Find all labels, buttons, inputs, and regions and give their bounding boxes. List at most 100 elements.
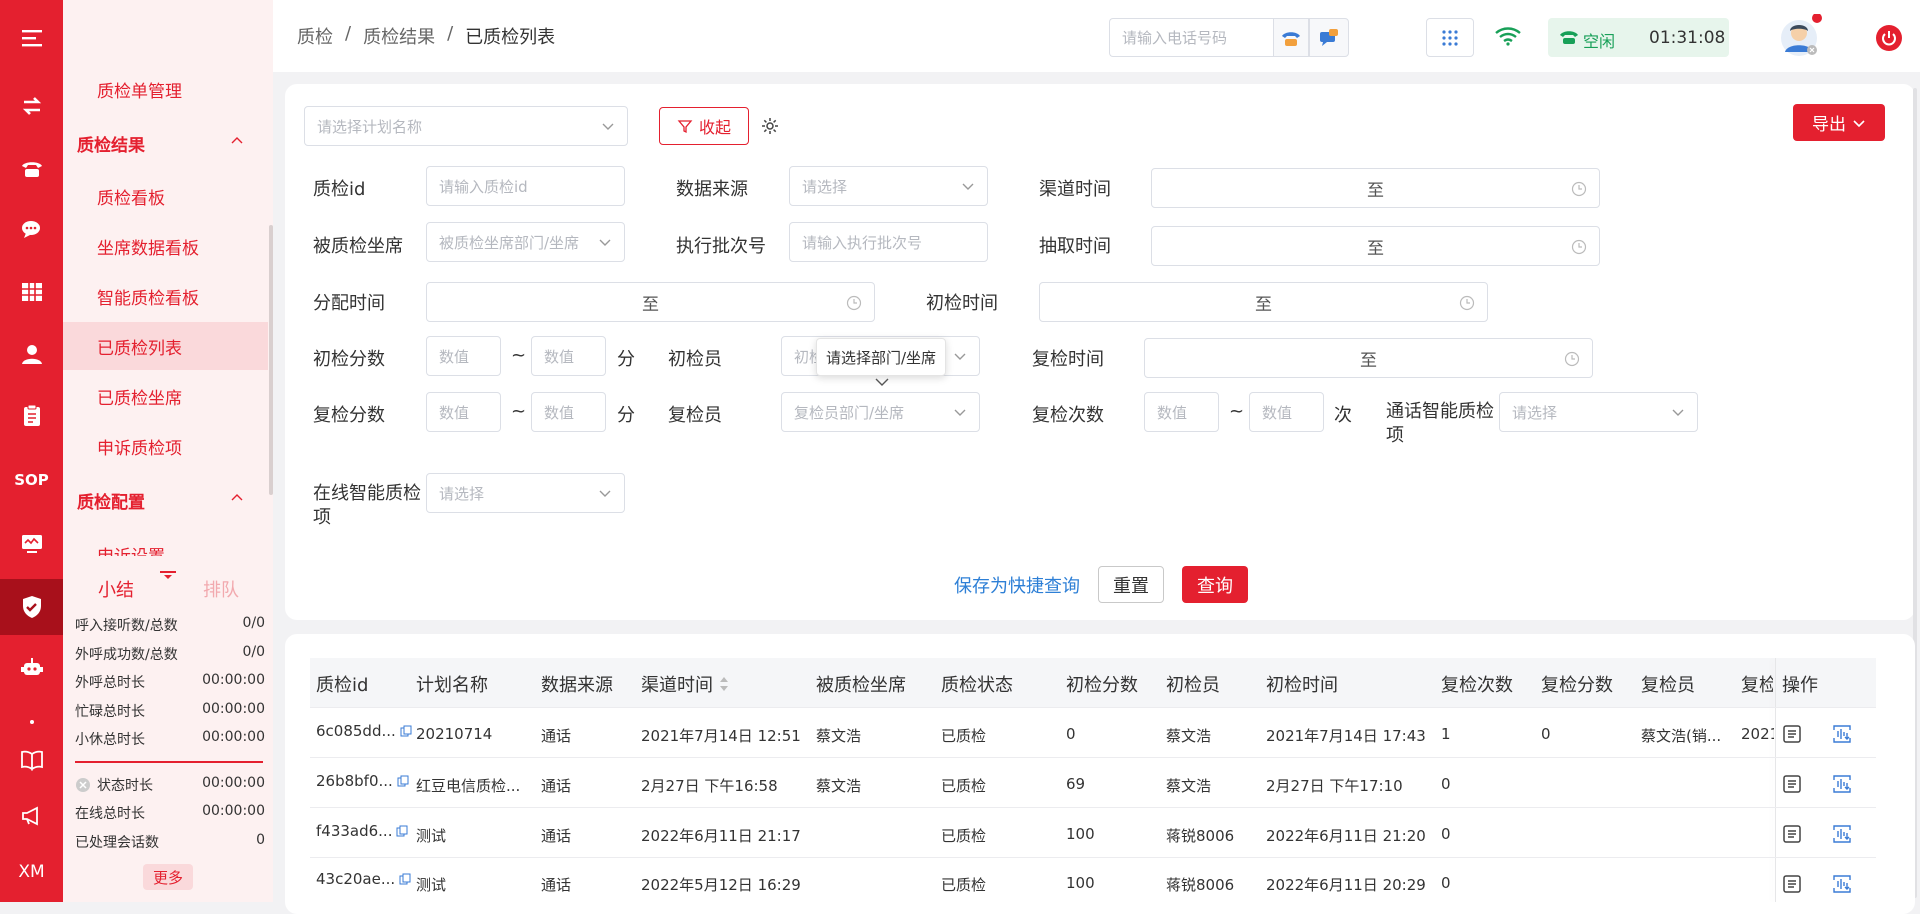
tab-queue[interactable]: 排队 [203,576,239,602]
table-grid-icon[interactable] [0,266,63,318]
chat-icon[interactable] [0,204,63,256]
power-icon[interactable] [1876,25,1902,55]
settings-gear-icon[interactable] [760,116,780,140]
tab-summary[interactable]: 小结 [98,576,134,602]
cell-first-time: 2022年6月11日 20:29 [1266,876,1426,894]
transfer-icon[interactable] [0,80,63,132]
recheck-count-min-input[interactable]: 数值 [1144,392,1219,432]
detail-icon[interactable] [1782,824,1802,848]
tooltip-arrow [875,373,889,392]
sidebar-item-agent-board[interactable]: 坐席数据看板 [63,222,268,270]
sidebar-item-appeal-settings[interactable]: 申诉设置 [63,530,268,556]
megaphone-icon[interactable] [0,790,63,842]
sop-icon[interactable]: SOP [0,454,63,506]
channel-time-range[interactable]: 至 [1151,168,1600,208]
rechecker-select[interactable]: 复检员部门/坐席 [781,392,980,432]
export-button[interactable]: 导出 [1793,104,1885,141]
qc-id-input[interactable]: 请输入质检id [426,166,625,206]
shield-check-icon[interactable] [0,579,63,635]
recheck-score-max-input[interactable]: 数值 [531,392,606,432]
collapse-handle[interactable] [160,564,176,579]
download-recording-icon[interactable] [1831,724,1853,748]
robot-icon[interactable] [0,642,63,694]
cell-rechecker: 蔡文浩(销... [1641,727,1722,745]
sort-icon[interactable] [719,676,729,692]
batch-no-input[interactable]: 请输入执行批次号 [789,222,988,262]
recheck-time-range[interactable]: 至 [1144,338,1593,378]
first-score-max-input[interactable]: 数值 [531,336,606,376]
online-ai-item-select[interactable]: 请选择 [426,473,625,513]
download-recording-icon[interactable] [1831,874,1853,898]
stat-sessions: 已处理会话数 0 [75,832,265,851]
copy-icon[interactable] [399,873,411,885]
extract-time-range[interactable]: 至 [1151,226,1600,266]
sidebar-scrollbar[interactable] [269,225,273,495]
cell-status: 已质检 [941,727,987,745]
download-recording-icon[interactable] [1831,774,1853,798]
assign-time-range[interactable]: 至 [426,282,875,322]
dial-button[interactable] [1273,18,1309,57]
collapse-handle-icon [160,571,176,579]
phone-dial-icon [1282,31,1300,46]
telephone-icon[interactable] [0,142,63,194]
phone-input[interactable]: 请输入电话号码 [1109,18,1273,57]
query-button[interactable]: 查询 [1182,566,1248,603]
recheck-score-min-input[interactable]: 数值 [426,392,501,432]
menu-toggle-icon[interactable] [0,12,63,64]
breadcrumb-item[interactable]: 质检 [297,23,333,49]
sidebar-item-qc-board[interactable]: 质检看板 [63,172,268,220]
detail-icon[interactable] [1782,724,1802,748]
first-score-min-input[interactable]: 数值 [426,336,501,376]
wifi-icon [1495,26,1521,50]
cell-first-score: 100 [1066,874,1095,892]
apps-button[interactable] [1426,18,1474,57]
inspected-agent-select[interactable]: 被质检坐席部门/坐席 [426,222,625,262]
divider [75,761,263,763]
label-recheck-score: 复检分数 [313,405,385,426]
cell-first-score: 69 [1066,775,1086,793]
monitor-icon[interactable] [0,518,63,570]
chevron-down-icon [954,409,966,416]
first-check-time-range[interactable]: 至 [1039,282,1488,322]
cell-first-score: 100 [1066,825,1095,843]
sidebar-item-ai-board[interactable]: 智能质检看板 [63,272,268,320]
recheck-count-max-input[interactable]: 数值 [1249,392,1324,432]
col-header-channel-time[interactable]: 渠道时间 [641,671,729,697]
xm-icon[interactable]: XM [0,846,63,898]
data-source-select[interactable]: 请选择 [789,166,988,206]
cell-plan: 红豆电信质检... [416,777,521,795]
more-button[interactable]: 更多 [143,864,193,890]
clipboard-icon[interactable] [0,390,63,442]
message-button[interactable] [1309,18,1349,57]
sidebar-item-qc-list[interactable]: 已质检列表 [63,322,268,370]
user-icon[interactable] [0,328,63,380]
stat-outbound-duration: 外呼总时长 00:00:00 [75,672,265,691]
chevron-down-icon [1672,409,1684,416]
reset-button[interactable]: 重置 [1098,566,1164,603]
status-timer: 01:31:08 [1649,28,1726,48]
cell-first-time: 2022年6月11日 21:20 [1266,827,1426,845]
sidebar-item-qc-order[interactable]: 质检单管理 [63,65,268,113]
collapse-button[interactable]: 收起 [659,107,749,145]
plan-select[interactable]: 请选择计划名称 [304,106,628,146]
copy-icon[interactable] [396,825,408,837]
label-online-ai-item: 在线智能质检项 [313,483,421,528]
copy-icon[interactable] [400,725,412,737]
download-recording-icon[interactable] [1831,824,1853,848]
detail-icon[interactable] [1782,774,1802,798]
save-quick-query-link[interactable]: 保存为快捷查询 [954,572,1080,598]
avatar[interactable] [1779,13,1823,58]
clear-icon[interactable] [75,777,91,793]
breadcrumb-item[interactable]: 质检结果 [363,23,435,49]
breadcrumb: 质检 / 质检结果 / 已质检列表 [297,23,556,49]
sidebar-group-qc-config[interactable]: 质检配置 [63,476,268,524]
sidebar-item-qc-agents[interactable]: 已质检坐席 [63,372,268,420]
book-icon[interactable] [0,734,63,786]
call-ai-item-select[interactable]: 请选择 [1499,392,1698,432]
copy-icon[interactable] [397,775,409,787]
sidebar-item-appeal-items[interactable]: 申诉质检项 [63,422,268,470]
sidebar-group-qc-result[interactable]: 质检结果 [63,119,268,167]
label-batch-no: 执行批次号 [676,236,766,257]
unit-times: 次 [1334,405,1352,426]
detail-icon[interactable] [1782,874,1802,898]
